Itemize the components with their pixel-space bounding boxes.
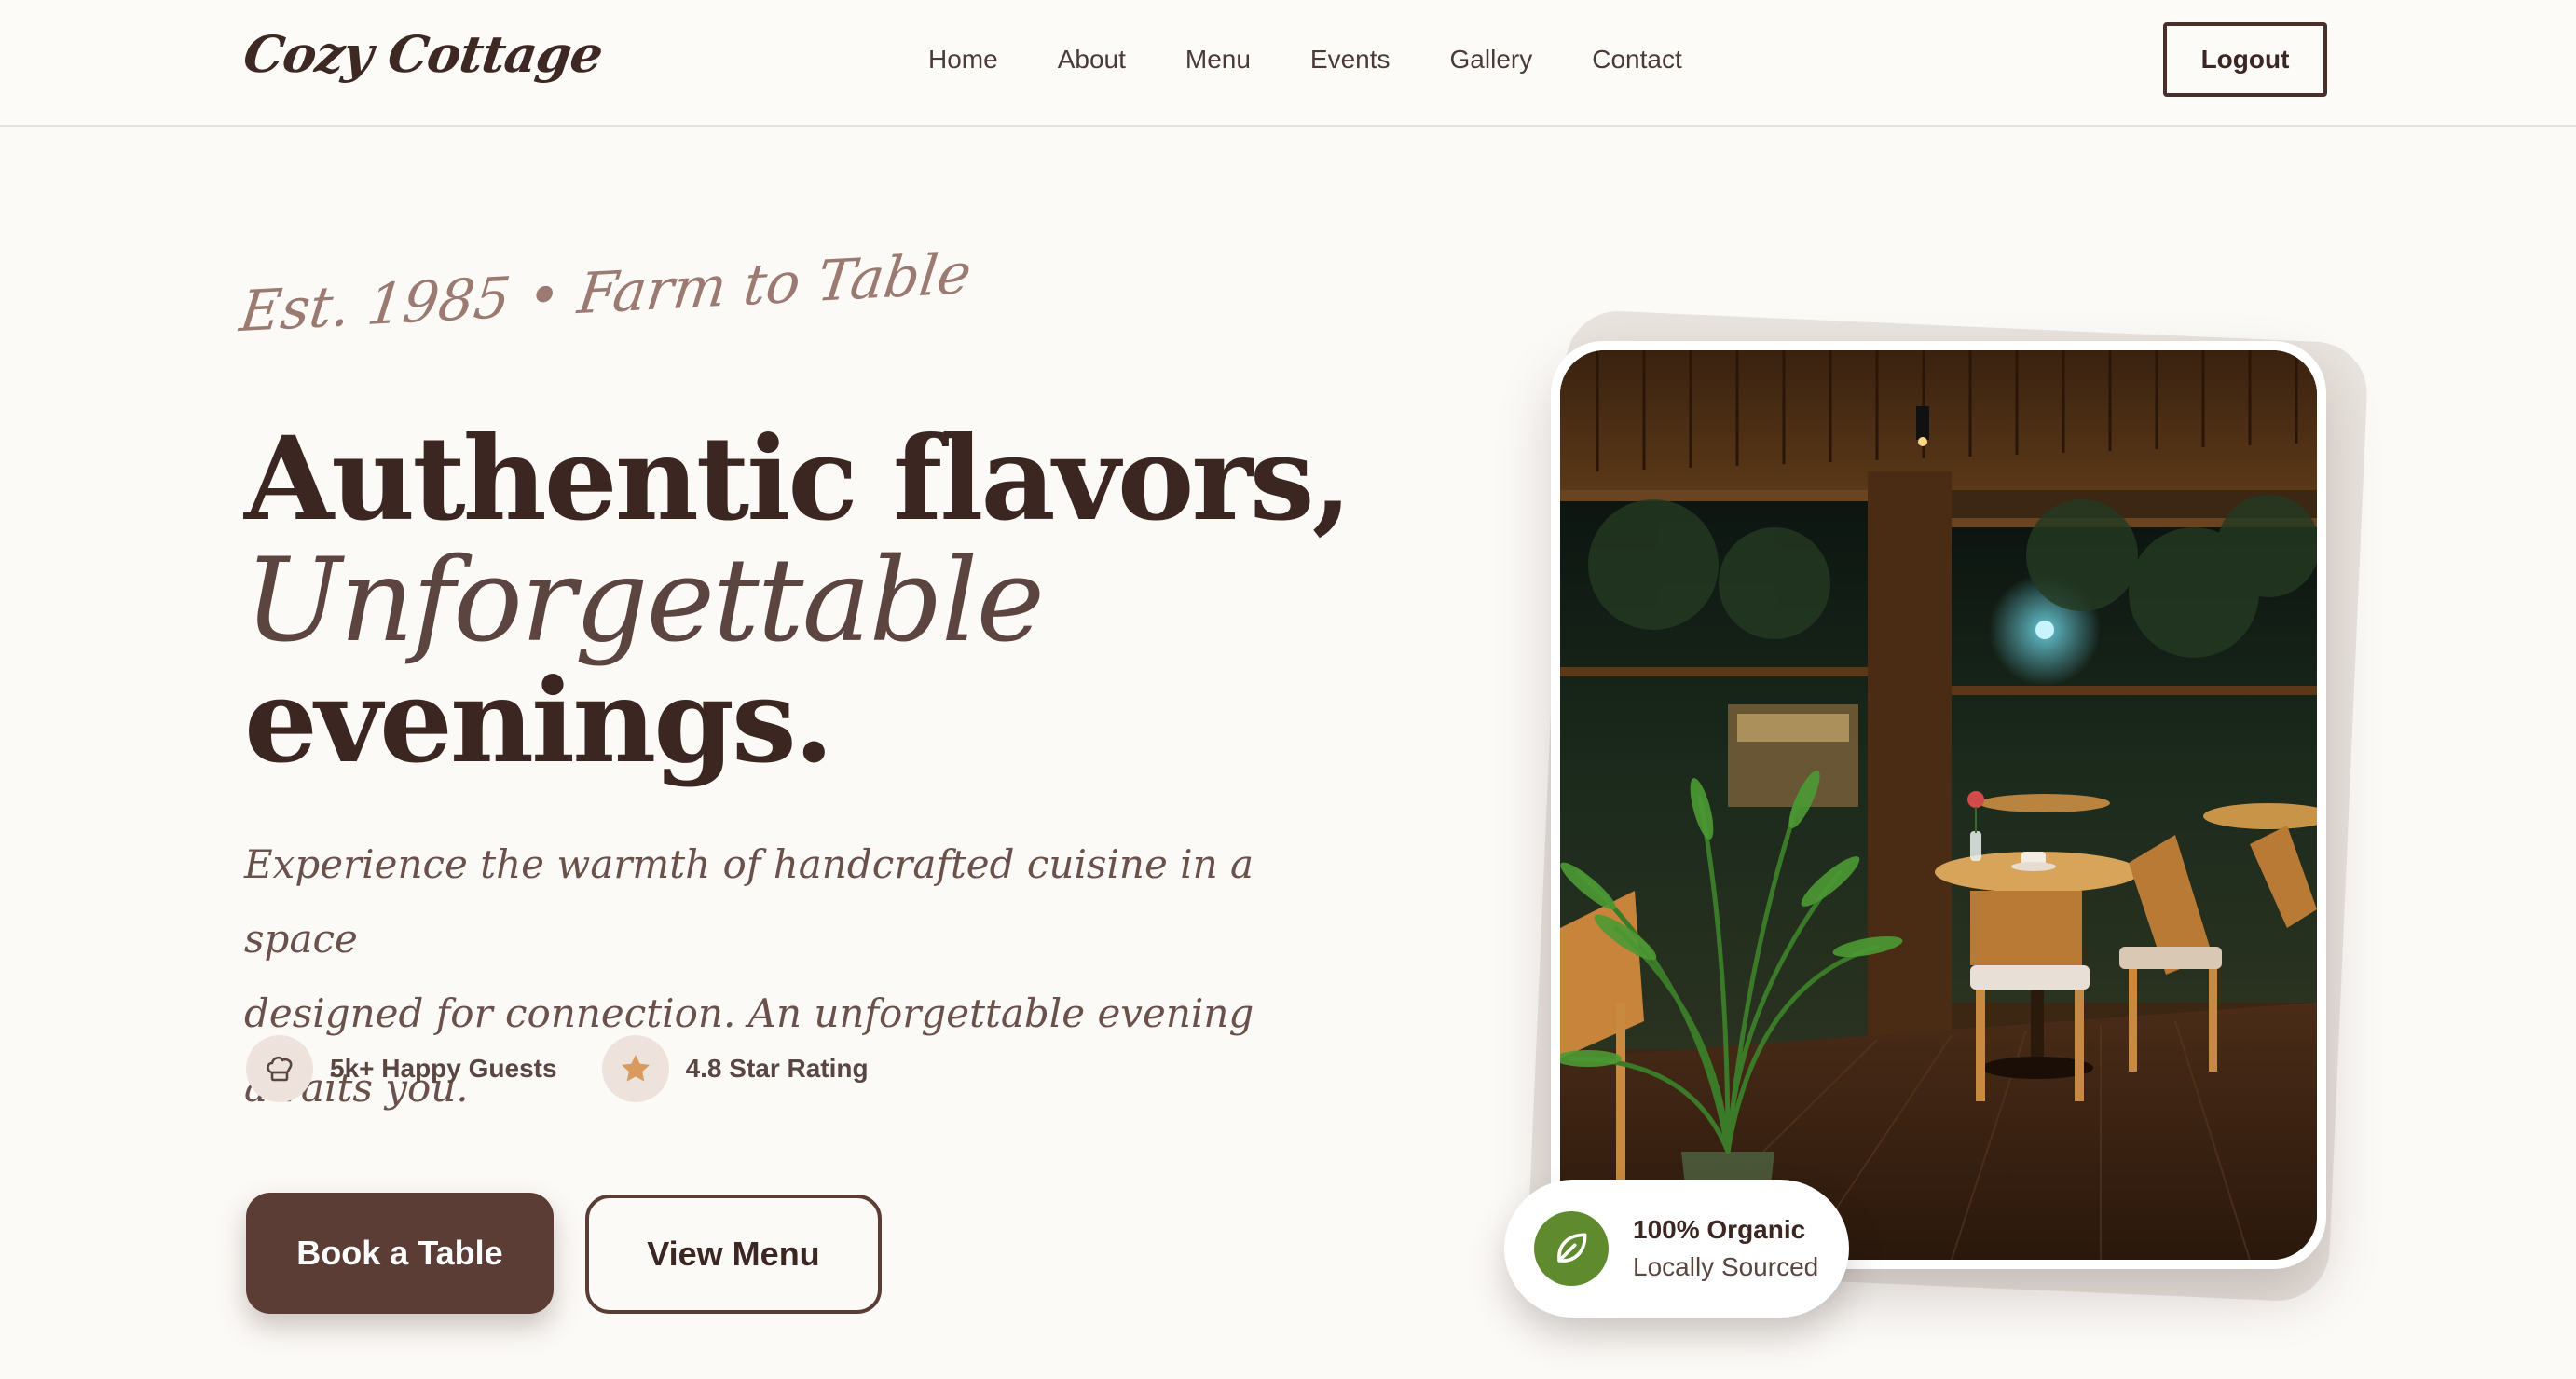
- nav-home[interactable]: Home: [928, 41, 998, 78]
- headline-line-1: Authentic flavors,: [244, 412, 1352, 547]
- headline-line-2: Unforgettable: [244, 534, 1045, 668]
- hero-headline: Authentic flavors, Unforgettable evening…: [244, 419, 1363, 783]
- book-table-button[interactable]: Book a Table: [246, 1193, 554, 1314]
- stat-happy-guests: 5k+ Happy Guests: [246, 1035, 557, 1102]
- subtitle-line-1: Experience the warmth of handcrafted cui…: [244, 841, 1254, 962]
- stat-star-rating: 4.8 Star Rating: [601, 1035, 869, 1102]
- restaurant-photo-frame: [1551, 341, 2326, 1269]
- nav-about[interactable]: About: [1058, 41, 1126, 78]
- main-nav: Home About Menu Events Gallery Contact: [928, 41, 1742, 78]
- leaf-icon: [1534, 1211, 1609, 1286]
- stat-rating-label: 4.8 Star Rating: [685, 1054, 869, 1083]
- nav-events[interactable]: Events: [1310, 41, 1391, 78]
- site-logo[interactable]: Cozy Cottage: [240, 24, 607, 84]
- hero-tagline: Est. 1985 • Farm to Table: [236, 240, 975, 346]
- badge-title: 100% Organic: [1633, 1215, 1806, 1244]
- organic-badge: 100% Organic Locally Sourced: [1504, 1180, 1849, 1318]
- top-navbar: Cozy Cottage Home About Menu Events Gall…: [0, 0, 2576, 127]
- nav-menu[interactable]: Menu: [1185, 41, 1251, 78]
- nav-gallery[interactable]: Gallery: [1450, 41, 1533, 78]
- star-icon: [601, 1035, 669, 1102]
- headline-line-3: evenings.: [244, 654, 834, 789]
- badge-subtitle: Locally Sourced: [1633, 1252, 1819, 1281]
- hero-stats: 5k+ Happy Guests 4.8 Star Rating: [246, 1034, 913, 1103]
- view-menu-button[interactable]: View Menu: [585, 1195, 882, 1314]
- stat-guests-label: 5k+ Happy Guests: [330, 1054, 557, 1083]
- badge-text: 100% Organic Locally Sourced: [1633, 1211, 1818, 1286]
- nav-contact[interactable]: Contact: [1592, 41, 1682, 78]
- restaurant-interior-photo: [1560, 350, 2317, 1260]
- chef-hat-icon: [246, 1035, 313, 1102]
- logout-button[interactable]: Logout: [2163, 22, 2327, 97]
